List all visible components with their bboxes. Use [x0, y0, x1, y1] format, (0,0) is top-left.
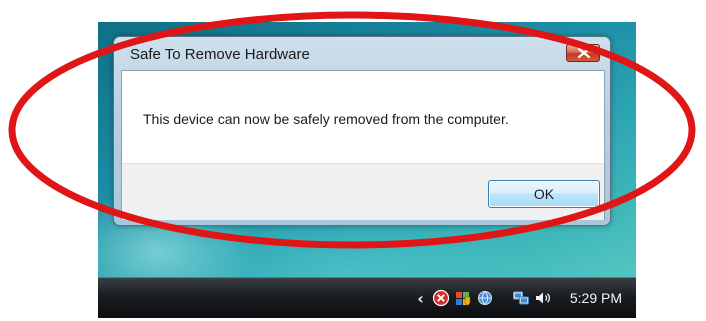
volume-icon[interactable]	[534, 289, 552, 307]
button-area: OK	[122, 163, 604, 220]
network-globe-icon[interactable]	[476, 289, 494, 307]
close-icon	[578, 48, 590, 58]
taskbar: ‹ 5:29 PM	[98, 277, 636, 318]
security-shield-icon[interactable]	[454, 289, 472, 307]
message-area: This device can now be safely removed fr…	[122, 71, 604, 163]
network-connection-icon[interactable]	[512, 289, 530, 307]
expand-tray-chevron-icon[interactable]: ‹	[417, 289, 424, 308]
dialog-body: This device can now be safely removed fr…	[121, 70, 605, 220]
dialog-titlebar[interactable]: Safe To Remove Hardware	[114, 37, 610, 69]
screenshot-stage: Safe To Remove Hardware This device can …	[0, 0, 706, 321]
safely-remove-error-icon[interactable]	[432, 289, 450, 307]
system-tray: ‹ 5:29 PM	[417, 278, 636, 318]
dialog-message: This device can now be safely removed fr…	[143, 111, 509, 127]
dialog-title: Safe To Remove Hardware	[130, 46, 310, 63]
safe-to-remove-dialog: Safe To Remove Hardware This device can …	[113, 36, 611, 226]
ok-button[interactable]: OK	[488, 180, 600, 208]
tray-clock[interactable]: 5:29 PM	[570, 290, 622, 306]
close-button[interactable]	[566, 44, 600, 62]
